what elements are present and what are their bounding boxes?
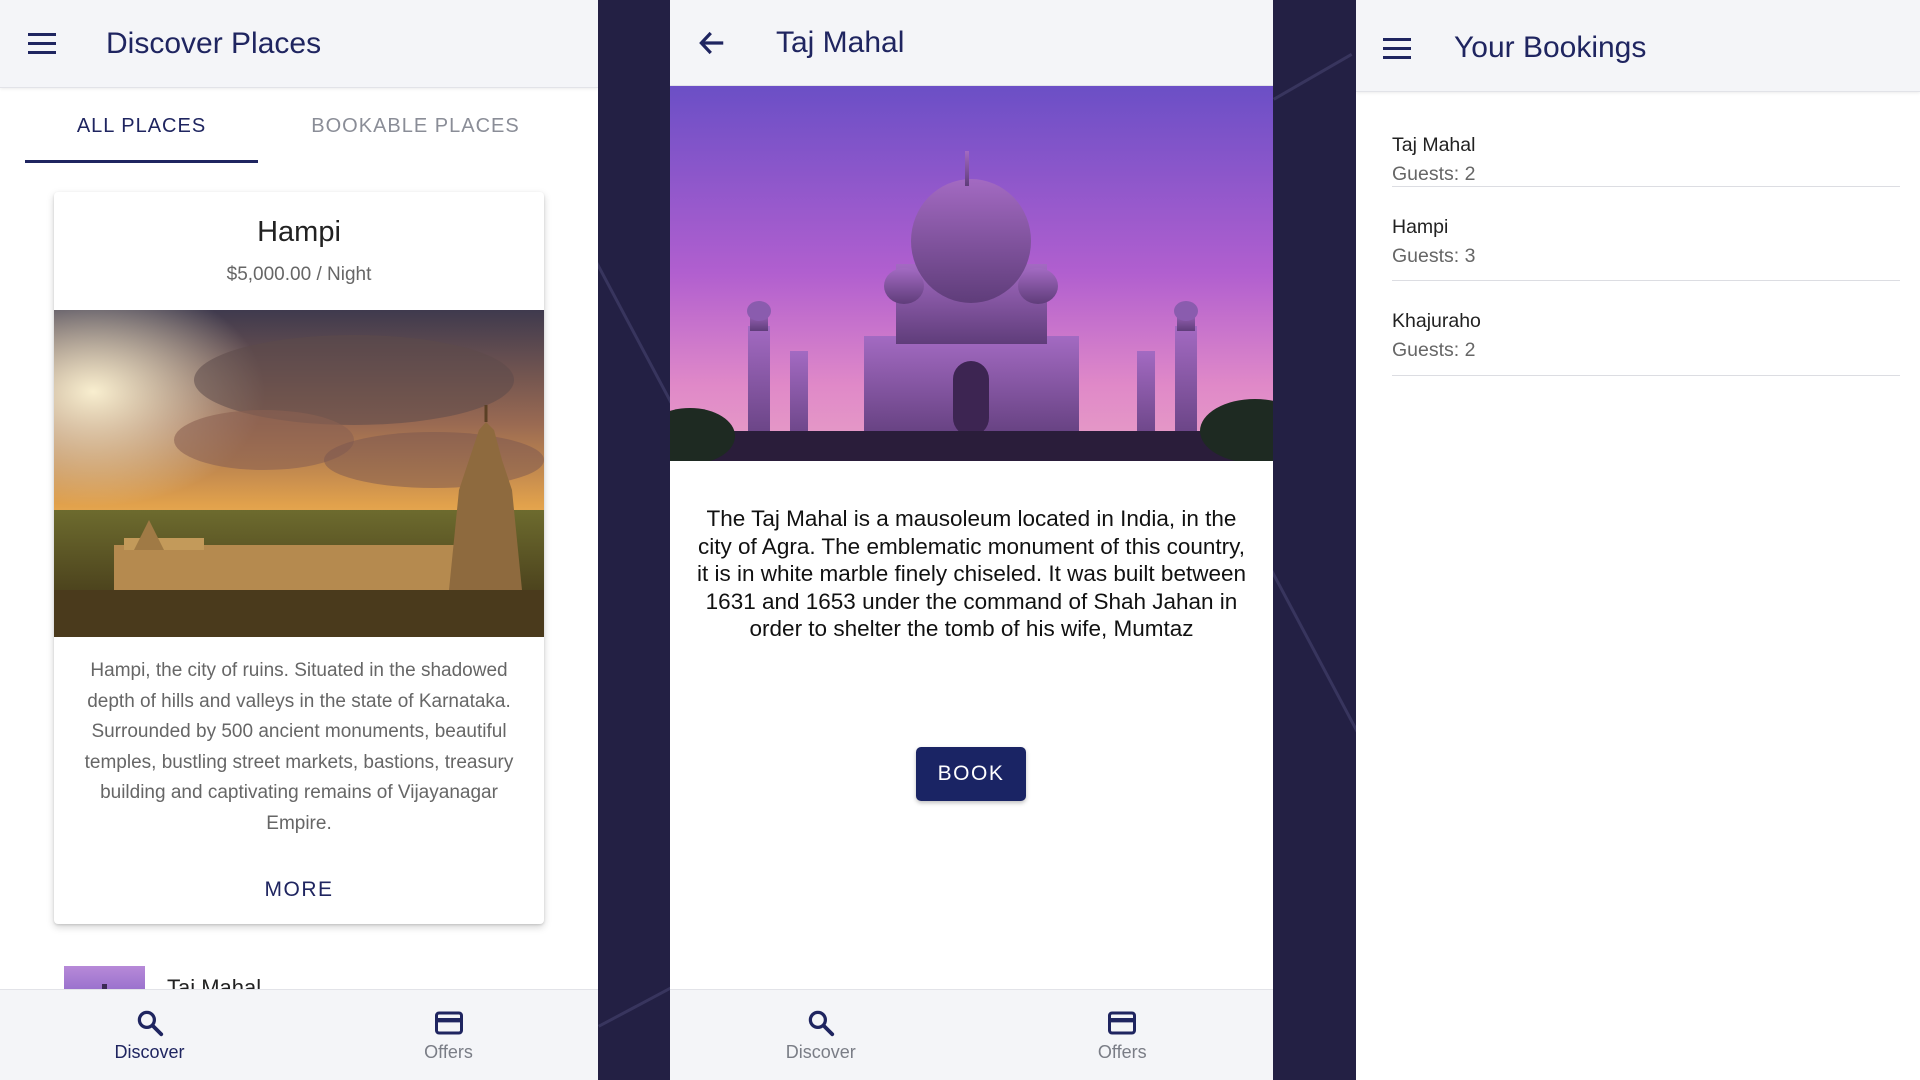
card-title: Hampi <box>257 216 341 248</box>
tab-offers[interactable]: Offers <box>972 990 1274 1080</box>
segment-all-places[interactable]: ALL PLACES <box>25 88 258 164</box>
more-button[interactable]: MORE <box>54 878 544 902</box>
card-description: Hampi, the city of ruins. Situated in th… <box>84 660 514 834</box>
booking-place: Khajuraho <box>1392 310 1481 332</box>
featured-place-card: Hampi $5,000.00 / Night Hampi, the city … <box>54 192 544 924</box>
booking-guests: Guests: 3 <box>1392 244 1476 267</box>
booking-place: Hampi <box>1392 215 1449 238</box>
taj-mahal-image <box>670 86 1273 461</box>
menu-icon[interactable] <box>1383 38 1411 60</box>
tab-bar: Discover Offers <box>0 989 598 1080</box>
bookings-toolbar: Your Bookings <box>1356 0 1920 92</box>
page-title: Your Bookings <box>1454 31 1647 64</box>
background-line <box>1270 570 1367 748</box>
background-line <box>598 982 679 1028</box>
tab-discover-label: Discover <box>785 1041 856 1062</box>
search-icon <box>137 1010 163 1036</box>
places-segment: ALL PLACES BOOKABLE PLACES <box>0 88 598 164</box>
page-title: Discover Places <box>106 27 322 60</box>
booking-item[interactable]: Hampi Guests: 3 <box>1392 187 1900 281</box>
discover-screen: Discover Places ALL PLACES BOOKABLE PLAC… <box>0 0 598 1080</box>
tab-discover-label: Discover <box>114 1041 185 1062</box>
tab-offers-label: Offers <box>424 1041 473 1062</box>
segment-active-indicator <box>25 160 258 163</box>
place-detail-screen: Taj Mahal The Taj Mahal is a mausoleum l… <box>670 0 1273 1080</box>
place-description: The Taj Mahal is a mausoleum located in … <box>696 506 1246 641</box>
booking-place: Taj Mahal <box>1392 134 1476 156</box>
booking-guests: Guests: 2 <box>1392 339 1476 361</box>
bookings-list: Taj Mahal Guests: 2 Hampi Guests: 3 Khaj… <box>1392 92 1900 376</box>
menu-icon[interactable] <box>28 33 56 55</box>
tab-bar: Discover Offers <box>670 989 1273 1080</box>
page-title: Taj Mahal <box>776 26 905 59</box>
card-icon <box>434 1011 463 1034</box>
segment-bookable-places[interactable]: BOOKABLE PLACES <box>268 88 563 164</box>
booking-item[interactable]: Taj Mahal Guests: 2 <box>1392 92 1900 187</box>
bookings-screen: Your Bookings Taj Mahal Guests: 2 Hampi … <box>1356 0 1920 1080</box>
card-icon <box>1108 1011 1137 1034</box>
booking-guests: Guests: 2 <box>1392 163 1476 185</box>
tab-offers-label: Offers <box>1097 1041 1147 1062</box>
arrow-back-icon[interactable] <box>697 28 727 58</box>
book-button[interactable]: BOOK <box>916 747 1026 801</box>
booking-item[interactable]: Khajuraho Guests: 2 <box>1392 281 1900 376</box>
tab-offers[interactable]: Offers <box>299 990 598 1080</box>
background-line <box>1273 53 1353 101</box>
detail-toolbar: Taj Mahal <box>670 0 1273 86</box>
tab-discover[interactable]: Discover <box>670 990 972 1080</box>
hampi-image <box>54 310 544 637</box>
card-price: $5,000.00 / Night <box>226 264 372 285</box>
search-icon <box>808 1010 834 1036</box>
tab-discover[interactable]: Discover <box>0 990 299 1080</box>
discover-toolbar: Discover Places <box>0 0 598 88</box>
